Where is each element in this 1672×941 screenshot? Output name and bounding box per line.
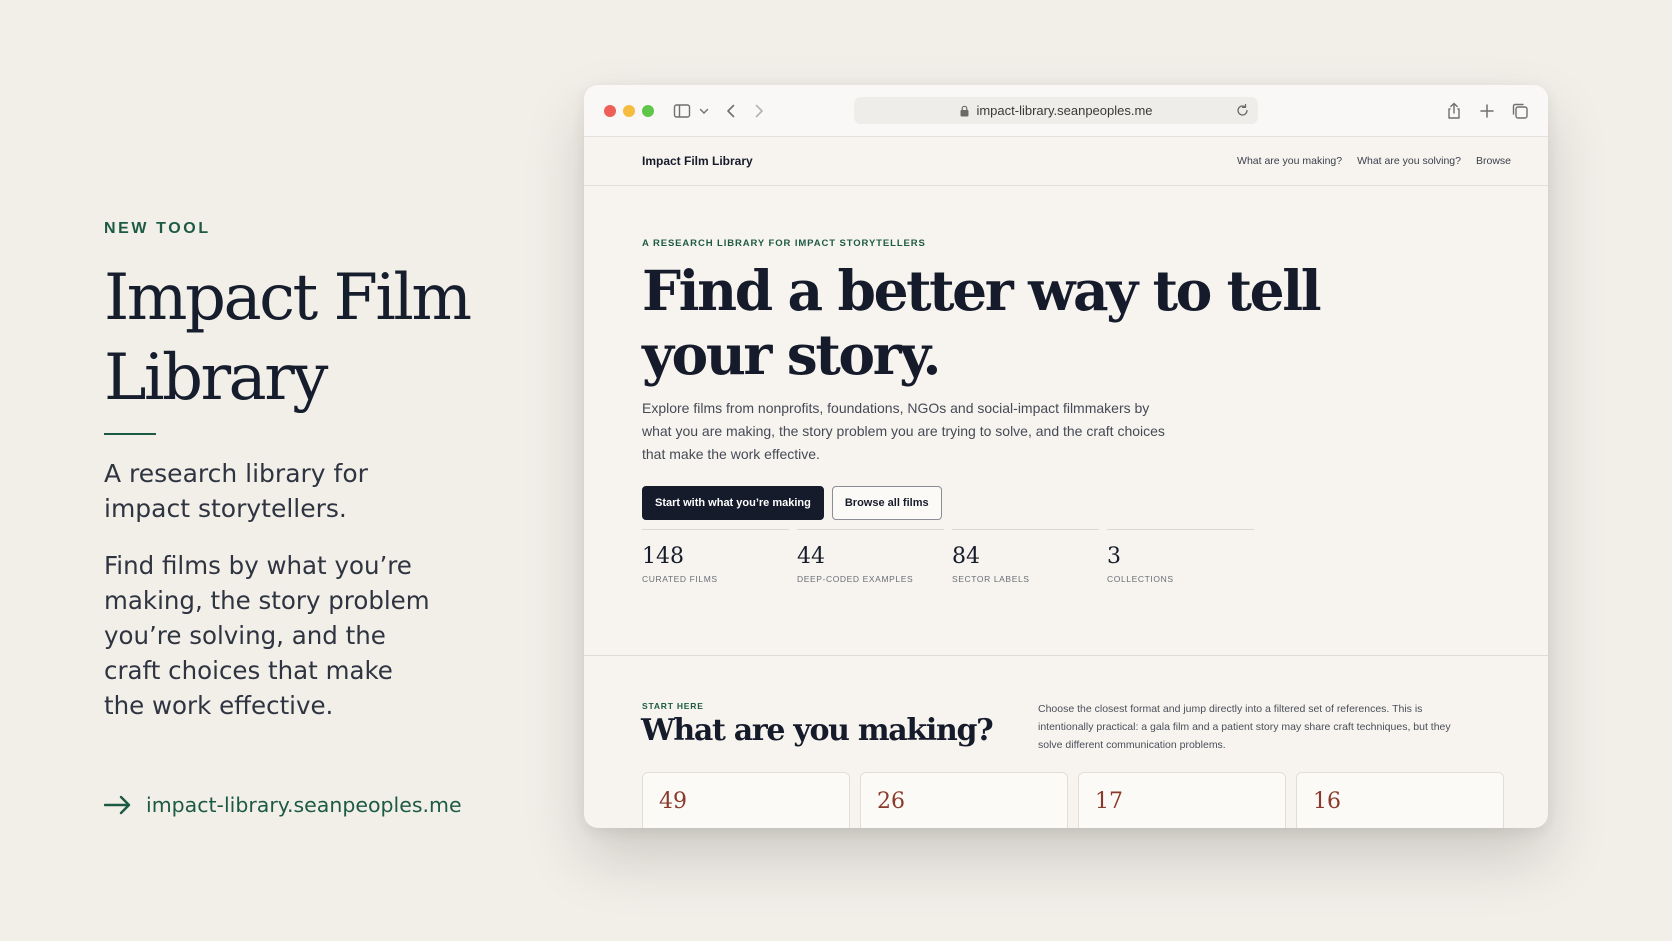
hero-actions: Start with what you’re making Browse all…: [642, 486, 1502, 520]
maximize-window-button[interactable]: [642, 105, 654, 117]
stat-item: 44 DEEP-CODED EXAMPLES: [797, 529, 944, 584]
arrow-right-icon: [104, 795, 131, 815]
hero-title: Find a better way to tell your story.: [642, 258, 1322, 387]
stat-label: SECTOR LABELS: [952, 574, 1030, 584]
stats-row: 148 CURATED FILMS 44 DEEP-CODED EXAMPLES…: [642, 529, 1502, 584]
stat-item: 148 CURATED FILMS: [642, 529, 789, 584]
nav-link-browse[interactable]: Browse: [1476, 155, 1511, 167]
format-card-count: 17: [1095, 789, 1123, 814]
start-making-button[interactable]: Start with what you’re making: [642, 486, 824, 520]
stat-label: CURATED FILMS: [642, 574, 718, 584]
stat-label: DEEP-CODED EXAMPLES: [797, 574, 914, 584]
stat-value: 148: [642, 544, 684, 569]
site-brand[interactable]: Impact Film Library: [642, 154, 753, 168]
format-cards: 49 26 17 16: [642, 772, 1504, 828]
browser-window: impact-library.seanpeoples.me Impact Fil…: [584, 85, 1548, 828]
share-icon[interactable]: [1444, 101, 1464, 121]
reload-icon[interactable]: [1235, 103, 1250, 118]
format-card-count: 49: [659, 789, 687, 814]
new-tab-icon[interactable]: [1477, 101, 1497, 121]
promo-link-text: impact-library.seanpeoples.me: [146, 793, 462, 817]
section-description: Choose the closest format and jump direc…: [1038, 703, 1451, 751]
stat-value: 3: [1107, 544, 1121, 569]
stat-label: COLLECTIONS: [1107, 574, 1174, 584]
hero-section: A RESEARCH LIBRARY FOR IMPACT STORYTELLE…: [642, 238, 1502, 584]
section-eyebrow: START HERE: [642, 701, 704, 711]
promo-eyebrow: NEW TOOL: [104, 220, 211, 237]
hero-description: Explore films from nonprofits, foundatio…: [642, 400, 1165, 462]
browser-toolbar: impact-library.seanpeoples.me: [584, 85, 1548, 137]
format-card[interactable]: 17: [1078, 772, 1286, 828]
nav-link-solving[interactable]: What are you solving?: [1357, 155, 1461, 167]
nav-link-making[interactable]: What are you making?: [1237, 155, 1342, 167]
lock-icon: [960, 105, 969, 116]
stat-value: 44: [797, 544, 825, 569]
site-header: Impact Film Library What are you making?…: [584, 137, 1548, 186]
format-card[interactable]: 16: [1296, 772, 1504, 828]
back-icon[interactable]: [721, 101, 741, 121]
stat-item: 3 COLLECTIONS: [1107, 529, 1254, 584]
promo-subtitle: A research library for impact storytelle…: [104, 459, 368, 523]
stat-value: 84: [952, 544, 980, 569]
sidebar-icon[interactable]: [672, 101, 692, 121]
close-window-button[interactable]: [604, 105, 616, 117]
hero-eyebrow: A RESEARCH LIBRARY FOR IMPACT STORYTELLE…: [642, 238, 926, 249]
chevron-down-icon[interactable]: [694, 101, 714, 121]
tab-overview-icon[interactable]: [1510, 101, 1530, 121]
minimize-window-button[interactable]: [623, 105, 635, 117]
format-card-count: 16: [1313, 789, 1341, 814]
format-card[interactable]: 49: [642, 772, 850, 828]
section-divider: [584, 655, 1548, 656]
browse-all-button[interactable]: Browse all films: [831, 486, 942, 520]
format-card-count: 26: [877, 789, 905, 814]
format-card[interactable]: 26: [860, 772, 1068, 828]
section-title: What are you making?: [641, 713, 994, 748]
address-url: impact-library.seanpeoples.me: [976, 103, 1153, 118]
address-bar[interactable]: impact-library.seanpeoples.me: [854, 97, 1258, 124]
forward-icon[interactable]: [749, 101, 769, 121]
site-page: Impact Film Library What are you making?…: [584, 137, 1548, 828]
promo-body: Find films by what you’re making, the st…: [104, 551, 430, 720]
promo-link[interactable]: impact-library.seanpeoples.me: [104, 793, 462, 817]
site-nav: What are you making? What are you solvin…: [1237, 155, 1511, 167]
promo-title: Impact Film Library: [104, 261, 472, 415]
stat-item: 84 SECTOR LABELS: [952, 529, 1099, 584]
promo-divider: [104, 433, 156, 435]
